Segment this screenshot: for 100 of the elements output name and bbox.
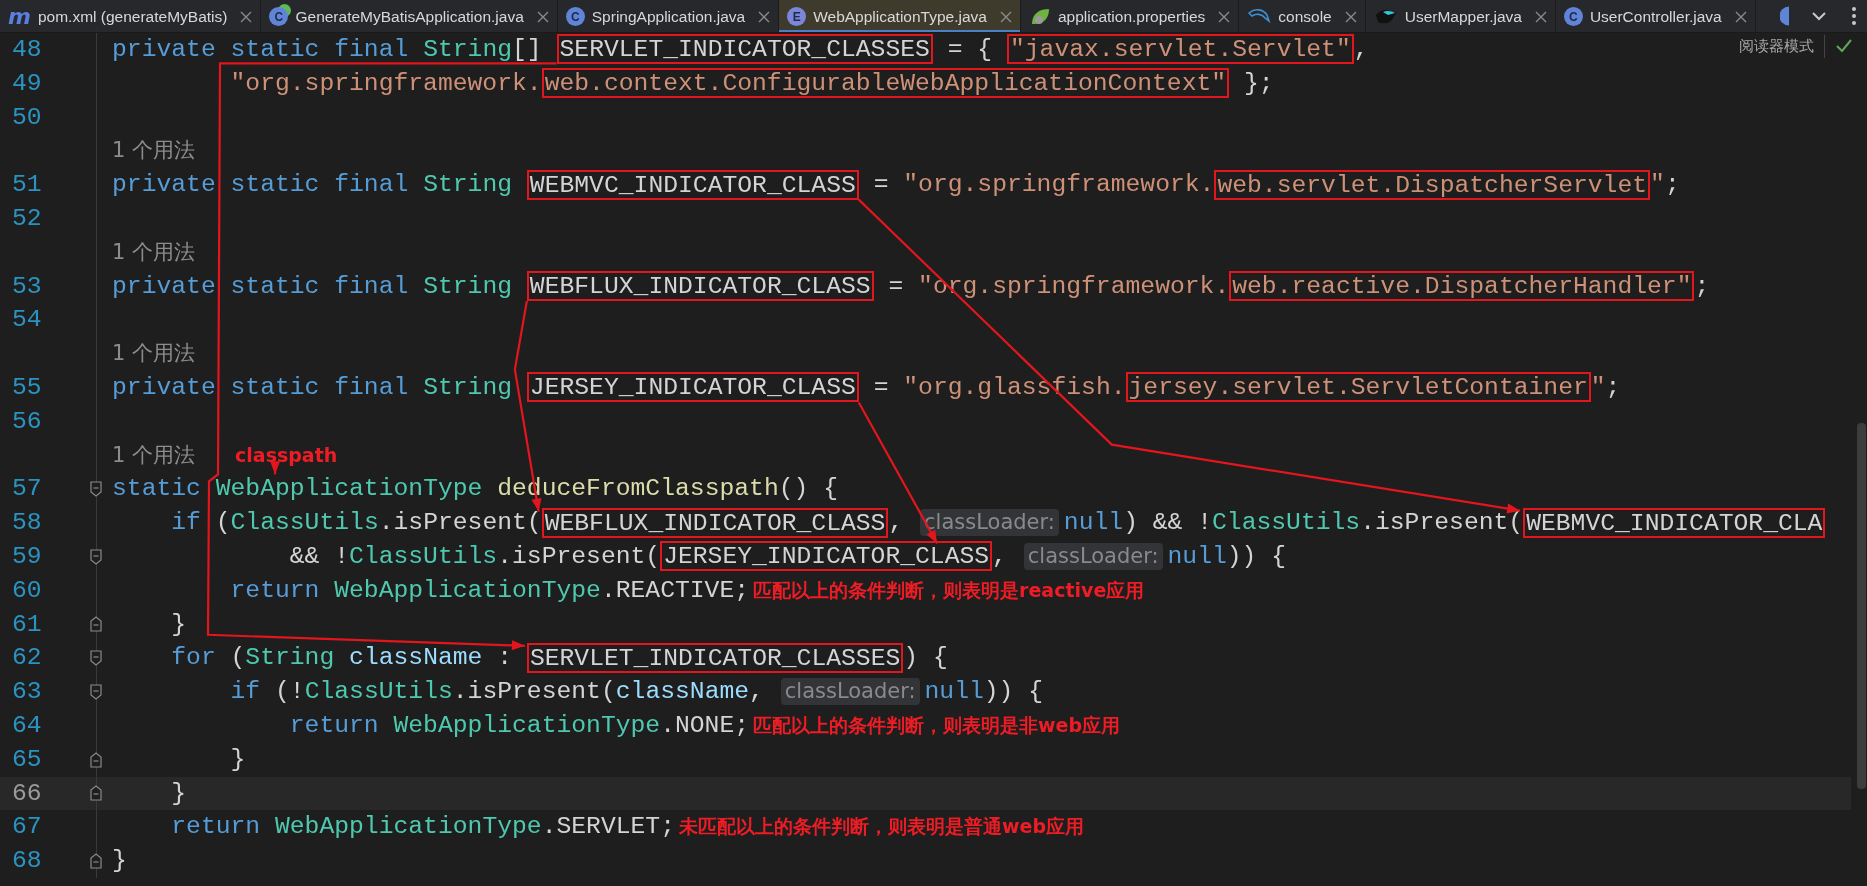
- highlighted-code: JERSEY_INDICATOR_CLASS: [526, 372, 859, 403]
- fold-icon[interactable]: [89, 650, 103, 667]
- code-text: .SERVLET;: [541, 812, 675, 841]
- code-text: WebApplicationType: [215, 474, 483, 503]
- code-text: for: [171, 643, 216, 672]
- parameter-hint: classLoader:: [920, 509, 1059, 537]
- reader-mode-button[interactable]: 阅读器模式: [1739, 35, 1825, 58]
- line-number: 63: [11, 676, 43, 708]
- code-text: return: [230, 575, 320, 604]
- line-number: 57: [11, 473, 43, 505]
- fold-icon[interactable]: [89, 481, 103, 498]
- code-text: .isPresent(: [378, 508, 542, 537]
- highlighted-code: web.context.ConfigurableWebApplicationContext": [541, 68, 1230, 99]
- code-text: String: [423, 35, 513, 63]
- highlighted-code: WEBMVC_INDICATOR_CLASS: [526, 169, 859, 200]
- code-text: ,: [1353, 35, 1369, 63]
- code-text: className: [615, 677, 750, 706]
- close-icon[interactable]: [1734, 10, 1747, 23]
- parameter-hint: classLoader:: [780, 678, 920, 706]
- code-text: = {: [947, 35, 993, 63]
- line-number: 60: [11, 574, 43, 606]
- editor-tab[interactable]: C UserController.java: [1555, 0, 1756, 32]
- parameter-hint: classLoader:: [1023, 542, 1163, 570]
- close-icon[interactable]: [536, 10, 549, 23]
- editor-tab[interactable]: application.properties: [1020, 0, 1240, 32]
- code-text: }: [112, 846, 127, 875]
- code-text: }: [171, 609, 187, 638]
- code-text: .NONE;: [660, 710, 750, 739]
- letter-icon: m: [8, 5, 31, 28]
- code-text: null: [1063, 508, 1124, 537]
- fold-icon[interactable]: [89, 616, 103, 633]
- fold-icon[interactable]: [89, 853, 103, 869]
- scrollbar-thumb[interactable]: [1857, 423, 1866, 789]
- fold-icon[interactable]: [89, 684, 103, 701]
- code-text: null: [924, 677, 984, 706]
- usage-hint[interactable]: 1 个用法: [112, 341, 196, 366]
- editor-tab[interactable]: UserMapper.java: [1365, 0, 1556, 32]
- fold-icon[interactable]: [89, 751, 103, 768]
- line-number: 62: [11, 642, 43, 674]
- code-text: null: [1167, 541, 1227, 570]
- highlighted-code: SERVLET_INDICATOR_CLASSES: [526, 642, 904, 673]
- editor-tab[interactable]: console: [1239, 0, 1366, 32]
- close-icon[interactable]: [1534, 10, 1547, 23]
- code-text: String: [423, 170, 513, 199]
- close-icon[interactable]: [1344, 10, 1357, 23]
- editor-tab[interactable]: E WebApplicationType.java: [779, 0, 1021, 32]
- fold-icon[interactable]: [89, 548, 103, 565]
- code-text: .REACTIVE;: [600, 575, 750, 604]
- usage-hint[interactable]: 1 个用法: [112, 138, 196, 163]
- code-text: (!: [275, 677, 305, 706]
- code-text: (: [230, 643, 246, 672]
- line-number: 54: [11, 304, 43, 336]
- highlighted-code: WEBFLUX_INDICATOR_CLASS: [541, 507, 889, 538]
- highlighted-code: WEBFLUX_INDICATOR_CLASS: [526, 271, 874, 302]
- highlighted-code: web.servlet.DispatcherServlet: [1214, 169, 1651, 200]
- line-number: 52: [11, 203, 43, 234]
- code-text: String: [423, 271, 513, 300]
- line-number: 50: [11, 101, 43, 133]
- code-text: ClassUtils: [349, 541, 498, 570]
- code-text: private static final: [112, 271, 409, 300]
- line-number: 53: [11, 270, 43, 302]
- fold-icon[interactable]: [89, 785, 103, 802]
- code-text: .isPresent(: [497, 541, 661, 570]
- code-text: WebApplicationType: [393, 710, 661, 739]
- code-text: static: [112, 474, 201, 503]
- chevron-down-icon[interactable]: [1811, 11, 1827, 21]
- code-text: ;: [1694, 271, 1710, 300]
- code-text: }: [171, 778, 187, 807]
- close-icon[interactable]: [1218, 10, 1231, 23]
- code-text: .isPresent(: [1360, 508, 1524, 537]
- line-number: 56: [11, 405, 43, 437]
- enum-icon: E: [787, 7, 807, 26]
- code-text: =: [873, 372, 889, 401]
- close-icon[interactable]: [999, 10, 1012, 23]
- code-text: ) {: [903, 643, 948, 672]
- highlighted-code: jersey.servlet.ServletContainer: [1125, 372, 1591, 403]
- class-icon: C: [269, 7, 289, 26]
- code-text: String: [245, 643, 335, 672]
- usage-hint[interactable]: 1 个用法: [112, 239, 196, 264]
- close-icon[interactable]: [240, 10, 253, 23]
- code-text: if: [171, 508, 201, 537]
- code-text: if: [230, 677, 261, 706]
- code-text: ) && !: [1123, 508, 1212, 537]
- code-text: ClassUtils: [1212, 508, 1361, 537]
- close-icon[interactable]: [758, 10, 771, 23]
- more-icon[interactable]: [1851, 6, 1857, 26]
- code-text: ClassUtils: [230, 508, 379, 537]
- code-text: WebApplicationType: [274, 812, 542, 841]
- code-text: ,: [888, 508, 904, 537]
- annotation-note: 未匹配以上的条件判断，则表明是普通web应用: [679, 815, 1085, 838]
- code-text: ,: [992, 541, 1007, 570]
- highlighted-code: WEBMVC_INDICATOR_CLA: [1523, 507, 1826, 538]
- usage-hint[interactable]: 1 个用法: [112, 442, 196, 467]
- editor-tab[interactable]: C GenerateMyBatisApplication.java: [261, 0, 558, 32]
- class-icon: C: [1563, 7, 1583, 26]
- code-text: private static final: [112, 372, 409, 401]
- class-icon: [1780, 6, 1789, 26]
- code-text: return: [171, 812, 261, 841]
- code-text: )) {: [1226, 541, 1287, 570]
- code-text: )) {: [983, 677, 1044, 706]
